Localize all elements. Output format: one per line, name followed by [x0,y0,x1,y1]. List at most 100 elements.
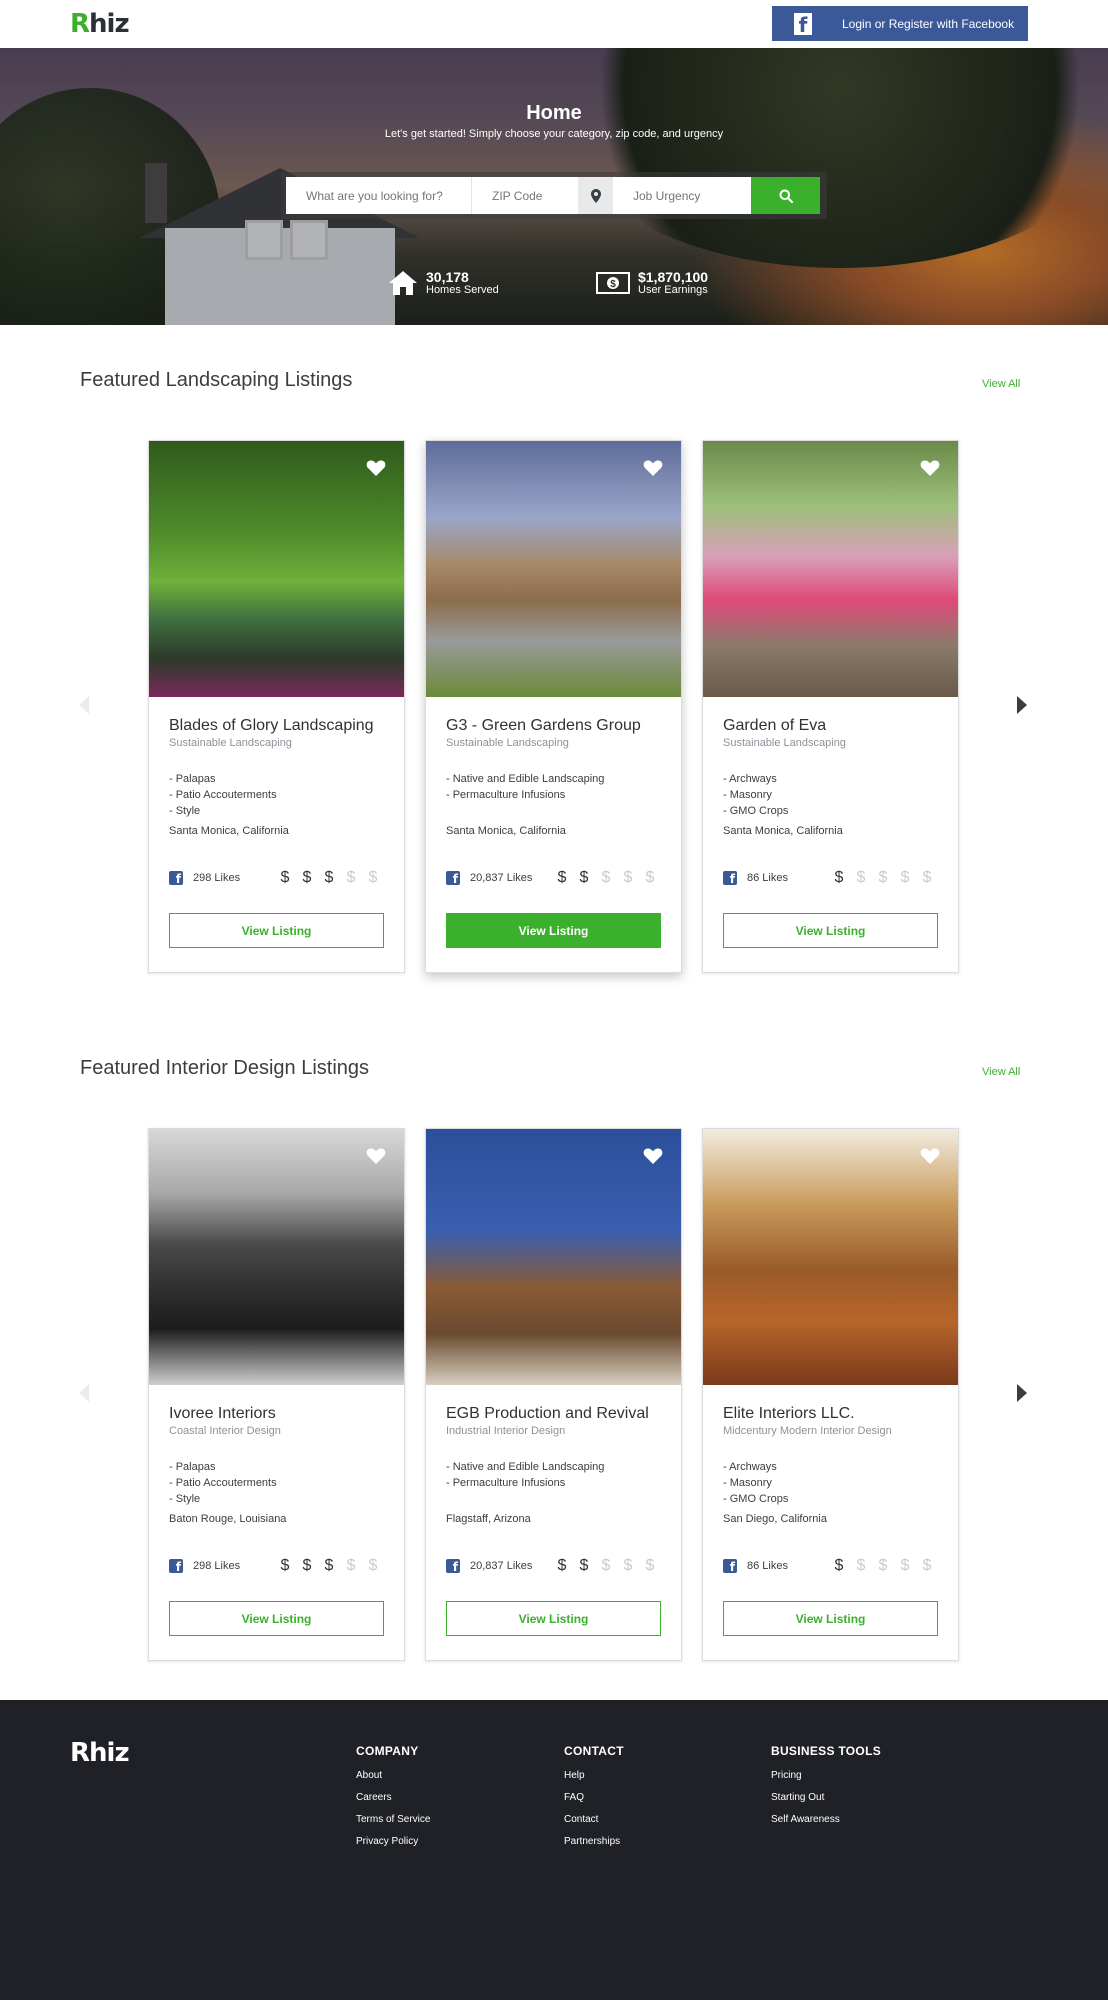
carousel-next-arrow[interactable] [1017,1384,1027,1402]
price-rating: $ $ $ $ $ [828,869,938,887]
search-icon [779,189,793,203]
footer-link-help[interactable]: Help [564,1770,624,1781]
svg-text:$: $ [610,279,616,290]
job-urgency-input[interactable] [613,177,751,214]
listing-category: Sustainable Landscaping [446,737,569,749]
facebook-icon: f [446,871,460,885]
listing-photo[interactable] [426,441,681,697]
view-listing-button[interactable]: View Listing [446,1601,661,1636]
listing-location: Santa Monica, California [169,825,289,837]
footer-business-tools-column: BUSINESS TOOLS Pricing Starting Out Self… [771,1744,881,1836]
listing-name[interactable]: G3 - Green Gardens Group [446,717,666,735]
listing-name[interactable]: Blades of Glory Landscaping [169,717,389,735]
facebook-icon: f [169,871,183,885]
landscaping-view-all-link[interactable]: View All [982,378,1020,390]
listing-location: Baton Rouge, Louisiana [169,1513,287,1525]
carousel-prev-arrow[interactable] [79,696,89,714]
view-listing-button[interactable]: View Listing [169,913,384,948]
view-listing-button[interactable]: View Listing [446,913,661,948]
likes-count: 20,837 Likes [470,872,533,884]
price-dollar-icon: $ [557,869,567,886]
price-rating: $ $ $ $ $ [274,1557,384,1575]
facebook-likes[interactable]: f 298 Likes [169,1559,240,1573]
listing-card[interactable]: Ivoree Interiors Coastal Interior Design -… [148,1128,405,1661]
listing-features: - Palapas - Patio Accouterments - Style [169,771,277,819]
price-dollar-icon: $ [601,1557,611,1574]
search-bar [281,172,827,219]
listing-photo[interactable] [703,1129,958,1385]
homes-served-stat: 30,178 Homes Served [388,270,499,296]
facebook-login-button[interactable]: f Login or Register with Facebook [772,6,1028,41]
footer-link-about[interactable]: About [356,1770,430,1781]
price-dollar-icon: $ [623,1557,633,1574]
view-listing-button[interactable]: View Listing [723,1601,938,1636]
category-search-input[interactable] [286,177,472,214]
listing-card[interactable]: Garden of Eva Sustainable Landscaping - Ar… [702,440,959,973]
feature-item: - Style [169,1493,201,1505]
listing-photo[interactable] [426,1129,681,1385]
footer-logo[interactable]: Rhiz [70,1738,130,1768]
footer-link-faq[interactable]: FAQ [564,1792,624,1803]
footer-link-terms[interactable]: Terms of Service [356,1814,430,1825]
price-dollar-icon: $ [324,869,334,886]
carousel-next-arrow[interactable] [1017,696,1027,714]
footer-link-starting-out[interactable]: Starting Out [771,1792,881,1803]
listing-card[interactable]: EGB Production and Revival Industrial Int… [425,1128,682,1661]
favorite-heart-icon[interactable] [920,1147,940,1170]
listing-card[interactable]: G3 - Green Gardens Group Sustainable Land… [425,440,682,973]
listing-name[interactable]: Ivoree Interiors [169,1405,389,1423]
hero-banner: Home Let's get started! Simply choose yo… [0,48,1108,325]
facebook-likes[interactable]: f 298 Likes [169,871,240,885]
price-dollar-icon: $ [557,1557,567,1574]
price-dollar-icon: $ [645,1557,655,1574]
listing-card[interactable]: Blades of Glory Landscaping Sustainable L… [148,440,405,973]
location-pin-icon[interactable] [578,177,613,214]
listing-photo[interactable] [149,441,404,697]
footer-link-privacy[interactable]: Privacy Policy [356,1836,430,1847]
view-listing-button[interactable]: View Listing [169,1601,384,1636]
feature-item: - Archways [723,773,777,785]
listing-name[interactable]: Garden of Eva [723,717,943,735]
footer-heading: BUSINESS TOOLS [771,1744,881,1758]
price-dollar-icon: $ [856,869,866,886]
listing-category: Midcentury Modern Interior Design [723,1425,892,1437]
footer-link-pricing[interactable]: Pricing [771,1770,881,1781]
listing-location: Flagstaff, Arizona [446,1513,531,1525]
footer-link-careers[interactable]: Careers [356,1792,430,1803]
footer-link-contact[interactable]: Contact [564,1814,624,1825]
likes-count: 20,837 Likes [470,1560,533,1572]
facebook-likes[interactable]: f 86 Likes [723,1559,788,1573]
footer-link-self-awareness[interactable]: Self Awareness [771,1814,881,1825]
interior-view-all-link[interactable]: View All [982,1066,1020,1078]
listing-category: Coastal Interior Design [169,1425,281,1437]
listing-photo[interactable] [703,441,958,697]
listing-name[interactable]: Elite Interiors LLC. [723,1405,943,1423]
price-dollar-icon: $ [302,1557,312,1574]
footer-heading: COMPANY [356,1744,419,1758]
favorite-heart-icon[interactable] [643,1147,663,1170]
view-listing-button[interactable]: View Listing [723,913,938,948]
facebook-likes[interactable]: f 86 Likes [723,871,788,885]
price-rating: $ $ $ $ $ [551,1557,661,1575]
listing-features: - Archways - Masonry - GMO Crops [723,1459,788,1507]
favorite-heart-icon[interactable] [643,459,663,482]
facebook-likes[interactable]: f 20,837 Likes [446,1559,532,1573]
listing-photo[interactable] [149,1129,404,1385]
rhiz-logo[interactable]: Rhiz [70,9,130,39]
facebook-likes[interactable]: f 20,837 Likes [446,871,532,885]
feature-item: - Patio Accouterments [169,1477,277,1489]
favorite-heart-icon[interactable] [920,459,940,482]
zip-code-input[interactable] [472,177,578,214]
price-dollar-icon: $ [346,1557,356,1574]
search-button[interactable] [751,177,820,214]
listing-features: - Native and Edible Landscaping - Permacu… [446,1459,604,1491]
price-dollar-icon: $ [834,1557,844,1574]
footer-link-partnerships[interactable]: Partnerships [564,1836,624,1847]
top-navigation-bar: Rhiz f Login or Register with Facebook [0,0,1108,48]
favorite-heart-icon[interactable] [366,459,386,482]
listing-name[interactable]: EGB Production and Revival [446,1405,666,1423]
listing-features: - Archways - Masonry - GMO Crops [723,771,788,819]
carousel-prev-arrow[interactable] [79,1384,89,1402]
listing-card[interactable]: Elite Interiors LLC. Midcentury Modern In… [702,1128,959,1661]
favorite-heart-icon[interactable] [366,1147,386,1170]
